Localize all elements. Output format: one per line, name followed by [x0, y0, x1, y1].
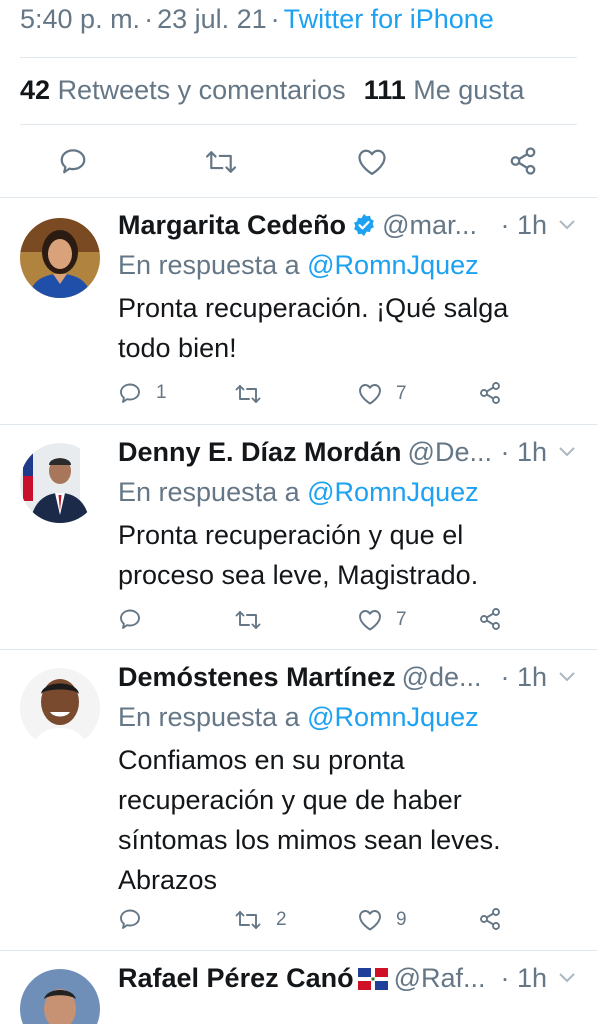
like-button[interactable] — [357, 148, 387, 176]
author-name[interactable]: Demóstenes Martínez — [118, 662, 396, 692]
tweet-stats: 42 Retweets y comentarios 111 Me gusta — [20, 75, 524, 106]
retweets-stat[interactable]: 42 Retweets y comentarios — [20, 75, 346, 105]
heart-icon — [359, 384, 381, 405]
likes-count: 111 — [363, 75, 406, 105]
comment-icon — [120, 909, 140, 929]
tweet-time[interactable]: · 1h — [500, 662, 547, 693]
retweets-count: 42 — [20, 75, 51, 105]
comment-icon — [120, 383, 140, 403]
share-icon — [480, 608, 500, 630]
reply-tweet[interactable]: Margarita Cedeño @mar... · 1h En respuest… — [0, 198, 597, 424]
like-count: 7 — [396, 383, 407, 404]
share-icon — [510, 147, 536, 175]
author-handle[interactable]: @De... — [408, 437, 492, 467]
author-name[interactable]: Margarita Cedeño — [118, 210, 346, 240]
reply-context: En respuesta a @RomnJquez — [118, 477, 479, 508]
author-name[interactable]: Rafael Pérez Canó — [118, 963, 354, 993]
retweet-icon — [235, 385, 261, 403]
comment-icon — [120, 609, 140, 629]
reply-tweet[interactable]: Denny E. Díaz Mordán @De... · 1h En respu… — [0, 425, 597, 649]
reply-button[interactable] — [58, 146, 88, 176]
share-button[interactable] — [478, 907, 502, 931]
retweet-button[interactable] — [204, 147, 238, 177]
like-button[interactable]: 7 — [358, 383, 407, 405]
reply-prefix: En respuesta a — [118, 702, 300, 732]
author-name[interactable]: Denny E. Díaz Mordán — [118, 437, 402, 467]
reply-context: En respuesta a @RomnJquez — [118, 702, 479, 733]
avatar[interactable] — [20, 443, 100, 523]
author-handle[interactable]: @mar... — [382, 210, 477, 240]
divider — [20, 57, 577, 58]
retweet-button[interactable] — [234, 382, 276, 406]
share-button[interactable] — [478, 381, 502, 405]
like-button[interactable]: 7 — [358, 609, 407, 631]
avatar[interactable] — [20, 218, 100, 298]
chevron-down-icon[interactable] — [557, 971, 577, 985]
tweet-time[interactable]: · 1h — [500, 210, 547, 241]
retweet-count: 2 — [276, 909, 287, 930]
divider — [20, 124, 577, 125]
reply-tweet[interactable]: Rafael Pérez Canó @Raf... · 1h — [0, 951, 597, 1024]
chevron-down-icon[interactable] — [557, 670, 577, 684]
heart-icon — [359, 610, 381, 631]
reply-tweet[interactable]: Demóstenes Martínez @de... · 1h En respue… — [0, 650, 597, 950]
reply-button[interactable] — [118, 907, 156, 931]
author-handle[interactable]: @Raf... — [394, 963, 486, 993]
tweet-date: 23 jul. 21 — [157, 4, 267, 34]
reply-context: En respuesta a @RomnJquez — [118, 250, 479, 281]
avatar-image — [20, 218, 100, 298]
heart-icon — [359, 910, 381, 931]
like-button[interactable]: 9 — [358, 909, 407, 931]
avatar[interactable] — [20, 969, 100, 1024]
tweet-text: Confiamos en su pronta recuperación y qu… — [118, 745, 501, 895]
retweet-icon — [235, 911, 261, 929]
share-button[interactable] — [478, 607, 502, 631]
retweet-button[interactable] — [234, 608, 276, 632]
likes-label: Me gusta — [413, 75, 525, 105]
retweet-icon — [235, 611, 261, 629]
verified-badge-icon — [354, 214, 374, 236]
reply-count: 1 — [156, 382, 167, 403]
reply-button[interactable] — [118, 607, 156, 631]
share-button[interactable] — [508, 146, 538, 176]
retweets-label: Retweets y comentarios — [57, 75, 346, 105]
share-icon — [480, 382, 500, 404]
chevron-down-icon[interactable] — [557, 445, 577, 459]
tweet-time[interactable]: · 1h — [500, 963, 547, 994]
mention-link[interactable]: @RomnJquez — [307, 702, 478, 732]
avatar[interactable] — [20, 668, 100, 748]
avatar-image — [20, 443, 100, 523]
heart-icon — [358, 149, 386, 175]
tweet-text: Pronta recuperación. ¡Qué salga todo bie… — [118, 293, 509, 363]
tweet-time[interactable]: · 1h — [500, 437, 547, 468]
tweet-timestamp: 5:40 p. m. · 23 jul. 21 · Twitter for iPhone — [20, 4, 494, 34]
reply-button[interactable]: 1 — [118, 381, 167, 405]
mention-link[interactable]: @RomnJquez — [307, 477, 478, 507]
likes-stat[interactable]: 111 Me gusta — [364, 75, 525, 105]
tweet-source-link[interactable]: Twitter for iPhone — [284, 4, 494, 34]
retweet-icon — [205, 151, 237, 173]
avatar-image — [20, 969, 100, 1024]
reply-prefix: En respuesta a — [118, 250, 300, 280]
reply-prefix: En respuesta a — [118, 477, 300, 507]
tweet-text: Pronta recuperación y que el proceso sea… — [118, 520, 479, 590]
author-handle[interactable]: @de... — [402, 662, 482, 692]
retweet-button[interactable]: 2 — [234, 908, 287, 932]
dominican-flag-icon — [357, 968, 388, 990]
share-icon — [480, 908, 500, 930]
mention-link[interactable]: @RomnJquez — [307, 250, 478, 280]
tweet-time: 5:40 p. m. — [20, 4, 141, 34]
chevron-down-icon[interactable] — [557, 218, 577, 232]
like-count: 9 — [396, 909, 407, 930]
avatar-image — [20, 668, 100, 748]
comment-icon — [60, 149, 86, 174]
like-count: 7 — [396, 609, 407, 630]
